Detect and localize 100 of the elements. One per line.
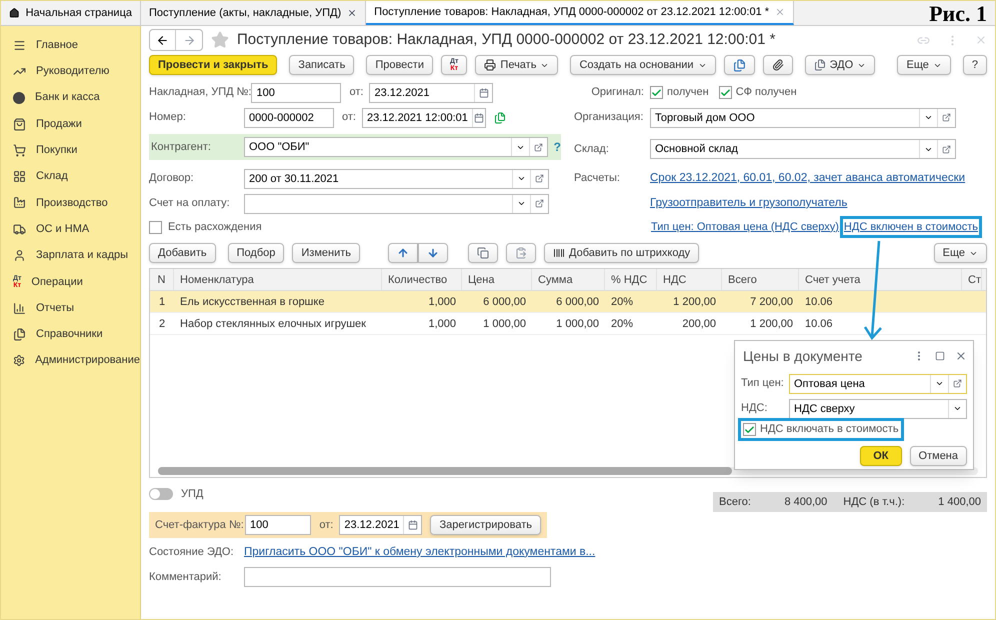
organization-field[interactable]: Торговый дом ООО — [650, 108, 956, 128]
register-button[interactable]: Зарегистрировать — [430, 515, 541, 535]
counterparty-field[interactable]: ООО "ОБИ" — [244, 137, 548, 157]
edo-button[interactable]: ЭДО — [804, 55, 876, 75]
open-icon[interactable] — [953, 379, 962, 388]
total-value: 8 400,00 — [784, 494, 828, 510]
price-type-field[interactable]: Оптовая цена — [789, 374, 967, 394]
add-button[interactable]: Добавить — [149, 243, 216, 263]
sidebar-item[interactable]: Руководителю — [1, 58, 140, 85]
open-icon[interactable] — [535, 199, 544, 208]
more-button[interactable]: Еще — [897, 55, 951, 75]
column-header[interactable]: Ст — [962, 269, 982, 290]
sidebar-item[interactable]: Администрирование — [1, 348, 140, 374]
table-row[interactable]: 1 Ель искусственная в горшке 1,000 6 000,00 6 000,00 20% 1 200,00 7 200,00 10.06 — [150, 291, 986, 313]
sidebar-item[interactable]: Производство — [1, 190, 140, 216]
dropdown-icon[interactable] — [517, 199, 526, 208]
sidebar-item[interactable]: Зарплата и кадры — [1, 242, 140, 269]
edit-button[interactable]: Изменить — [292, 243, 360, 263]
open-icon[interactable] — [535, 174, 544, 183]
save-button[interactable]: Записать — [289, 55, 354, 75]
date-field[interactable]: 23.12.2021 12:00:01 — [362, 108, 486, 128]
calendar-icon[interactable] — [408, 520, 418, 530]
field-label: Тип цен: — [741, 376, 785, 392]
field-label: Склад: — [574, 142, 610, 157]
column-header[interactable]: Счет учета — [799, 269, 962, 290]
factory-icon — [13, 196, 26, 210]
field-label: от: — [319, 518, 334, 533]
sidebar-item[interactable]: Склад — [1, 163, 140, 190]
column-header[interactable]: НДС — [657, 269, 722, 290]
table-cell-text: 20% — [610, 295, 634, 310]
attach-button[interactable] — [762, 55, 793, 75]
warehouse-field[interactable]: Основной склад — [650, 139, 956, 159]
sidebar-item[interactable]: Покупки — [1, 137, 140, 164]
price-link[interactable]: Тип цен: Оптовая цена (НДС сверху), — [650, 218, 843, 236]
document-icon[interactable] — [494, 112, 506, 124]
close-icon[interactable] — [955, 350, 967, 362]
toggle-label: УПД — [181, 486, 204, 502]
sidebar-item[interactable]: ОС и НМА — [1, 216, 140, 242]
ok-button[interactable]: ОК — [860, 446, 902, 466]
column-header[interactable]: Номенклатура — [174, 269, 382, 290]
number-field[interactable]: 0000-000002 — [244, 108, 334, 128]
open-icon[interactable] — [534, 142, 543, 152]
sidebar-item[interactable]: Продажи — [1, 110, 140, 138]
column-header[interactable]: % НДС — [605, 269, 657, 290]
toggle-switch[interactable] — [149, 488, 173, 500]
move-down-button[interactable] — [418, 243, 448, 263]
invoice-field[interactable] — [244, 194, 549, 214]
structure-button[interactable] — [724, 55, 755, 75]
sidebar-item[interactable]: Банк и касса — [1, 84, 140, 111]
comment-field[interactable] — [244, 567, 551, 587]
checkbox[interactable] — [650, 86, 663, 99]
table-cell-text: 6 000,00 — [555, 295, 600, 310]
settlements-link[interactable]: Срок 23.12.2021, 60.01, 60.02, зачет аванса автоматически — [650, 170, 966, 188]
sidebar-item[interactable]: Главное — [1, 32, 140, 58]
star-icon[interactable] — [211, 31, 229, 49]
column-header[interactable]: Количество — [382, 269, 462, 290]
price-link[interactable]: НДС включен в стоимость — [842, 218, 980, 236]
field-label: Расчеты: — [574, 171, 621, 186]
calendar-icon[interactable] — [474, 112, 484, 122]
print-button[interactable]: Печать — [475, 55, 558, 75]
close-icon[interactable] — [347, 8, 358, 18]
column-header[interactable]: N — [150, 269, 174, 290]
open-icon[interactable] — [942, 144, 951, 154]
move-up-button[interactable] — [388, 243, 418, 263]
checkbox[interactable] — [718, 86, 732, 99]
cancel-button[interactable]: Отмена — [910, 446, 967, 466]
copy-button[interactable] — [468, 243, 498, 263]
calendar-icon[interactable] — [478, 88, 489, 98]
column-header[interactable]: Цена — [462, 269, 532, 290]
sidebar-item[interactable]: Справочники — [1, 321, 140, 348]
sidebar-item[interactable]: Отчеты — [1, 294, 140, 322]
checkbox[interactable] — [743, 423, 756, 436]
dropdown-icon[interactable] — [953, 404, 962, 413]
post-and-close-button[interactable]: Провести и закрыть — [149, 55, 278, 75]
field-label: Оригинал: — [590, 85, 644, 100]
column-header[interactable]: Всего — [722, 269, 799, 290]
dropdown-icon[interactable] — [935, 379, 944, 388]
dropdown-icon[interactable] — [517, 174, 526, 183]
paste-button[interactable] — [506, 243, 536, 263]
dropdown-icon[interactable] — [924, 113, 933, 122]
checkbox[interactable] — [149, 220, 162, 234]
date-field[interactable]: 23.12.2021 — [369, 82, 494, 102]
open-icon[interactable] — [942, 113, 951, 122]
contract-field[interactable]: 200 от 30.11.2021 — [244, 168, 549, 188]
column-header[interactable]: Сумма — [532, 269, 605, 290]
help-button[interactable]: ? — [962, 55, 987, 75]
vat-field[interactable]: НДС сверху — [789, 398, 967, 418]
date-field[interactable]: 23.12.2021 — [339, 515, 422, 535]
create-based-button[interactable]: Создать на основании — [570, 55, 716, 75]
more-button[interactable]: Еще — [934, 243, 987, 263]
field-label: Состояние ЭДО: — [149, 545, 235, 560]
tab[interactable]: Поступление товаров: Накладная, УПД 0000-000002 от 23.12.2021 12:00:01 * — [366, 1, 794, 25]
edo-link[interactable]: Пригласить ООО "ОБИ" к обмену электронными документами в... — [244, 544, 596, 562]
shipper-link[interactable]: Грузоотправитель и грузополучатель — [650, 194, 848, 212]
select-button[interactable]: Подбор — [228, 243, 284, 263]
barcode-button[interactable]: Добавить по штрихкоду — [544, 243, 700, 263]
number-field[interactable]: 100 — [251, 82, 342, 102]
invoice-number-field[interactable]: 100 — [245, 515, 312, 535]
maximize-icon[interactable] — [935, 351, 945, 361]
post-button[interactable]: Провести — [366, 55, 433, 75]
